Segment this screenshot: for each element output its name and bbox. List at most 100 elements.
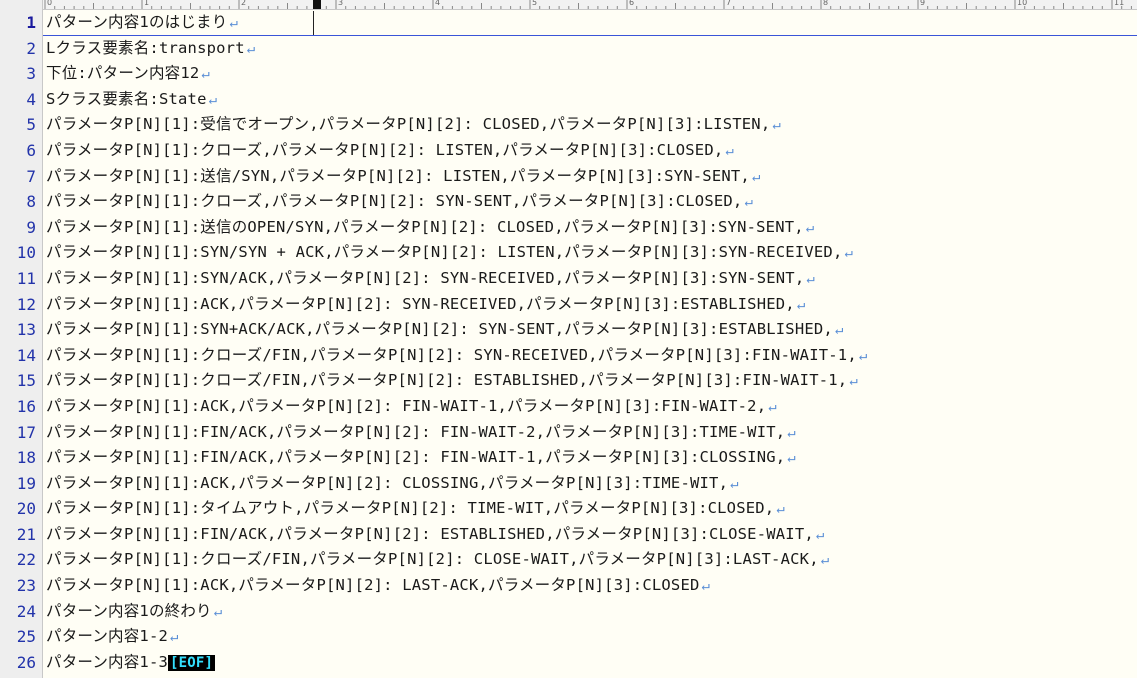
line-break-icon: ↵ bbox=[815, 526, 825, 543]
line-text[interactable]: パラメータP[N][1]:SYN+ACK/ACK,パラメータP[N][2]: S… bbox=[46, 317, 844, 344]
editor-line[interactable]: 15 パラメータP[N][1]:クローズ/FIN,パラメータP[N][2]: ES… bbox=[0, 368, 1137, 394]
line-number: 12 bbox=[16, 294, 36, 314]
line-break-icon: ↵ bbox=[201, 66, 211, 83]
ruler-label: 5 bbox=[532, 0, 538, 7]
line-text[interactable]: パラメータP[N][1]:クローズ/FIN,パラメータP[N][2]: SYN-… bbox=[46, 343, 868, 370]
line-break-icon: ↵ bbox=[744, 194, 754, 211]
line-text[interactable]: パラメータP[N][1]:ACK,パラメータP[N][2]: LAST-ACK,… bbox=[46, 573, 710, 600]
line-text[interactable]: パラメータP[N][1]:送信/SYN,パラメータP[N][2]: LISTEN… bbox=[46, 164, 761, 191]
line-text[interactable]: パラメータP[N][1]:ACK,パラメータP[N][2]: SYN-RECEI… bbox=[46, 292, 805, 319]
line-content: Lクラス要素名:transport bbox=[46, 38, 245, 57]
line-content: パラメータP[N][1]:クローズ/FIN,パラメータP[N][2]: SYN-… bbox=[46, 345, 857, 364]
editor-line[interactable]: 8 パラメータP[N][1]:クローズ,パラメータP[N][2]: SYN-SEN… bbox=[0, 189, 1137, 215]
text-area[interactable]: 1 パターン内容1のはじまり ↵ 2 Lクラス要素名:transport ↵ 3 下位:パター… bbox=[0, 10, 1137, 675]
ruler-label: 3 bbox=[338, 0, 344, 7]
line-text[interactable]: パターン内容1の終わり ↵ bbox=[46, 599, 222, 626]
editor-line[interactable]: 7 パラメータP[N][1]:送信/SYN,パラメータP[N][2]: LISTE… bbox=[0, 164, 1137, 190]
line-content: パラメータP[N][1]:送信のOPEN/SYN,パラメータP[N][2]: C… bbox=[46, 217, 804, 236]
line-number: 13 bbox=[16, 320, 36, 340]
editor-line[interactable]: 19 パラメータP[N][1]:ACK,パラメータP[N][2]: CLOSSIN… bbox=[0, 471, 1137, 497]
line-break-icon: ↵ bbox=[787, 424, 796, 441]
editor-line[interactable]: 10 パラメータP[N][1]:SYN/SYN + ACK,パラメータP[N][2… bbox=[0, 240, 1137, 266]
editor-line[interactable]: 16 パラメータP[N][1]:ACK,パラメータP[N][2]: FIN-WAI… bbox=[0, 394, 1137, 420]
editor-line[interactable]: 22 パラメータP[N][1]:クローズ/FIN,パラメータP[N][2]: CL… bbox=[0, 547, 1137, 573]
editor-line[interactable]: 11 パラメータP[N][1]:SYN/ACK,パラメータP[N][2]: SYN… bbox=[0, 266, 1137, 292]
line-text[interactable]: パラメータP[N][1]:クローズ/FIN,パラメータP[N][2]: CLOS… bbox=[46, 547, 829, 574]
editor-line[interactable]: 2 Lクラス要素名:transport ↵ bbox=[0, 36, 1137, 62]
line-break-icon: ↵ bbox=[701, 578, 711, 595]
line-content: パラメータP[N][1]:SYN+ACK/ACK,パラメータP[N][2]: S… bbox=[46, 320, 833, 339]
line-content: パラメータP[N][1]:FIN/ACK,パラメータP[N][2]: ESTAB… bbox=[46, 524, 814, 543]
editor-line[interactable]: 9 パラメータP[N][1]:送信のOPEN/SYN,パラメータP[N][2]: … bbox=[0, 215, 1137, 241]
line-break-icon: ↵ bbox=[796, 296, 806, 313]
ruler-label: 0 bbox=[47, 0, 53, 7]
editor-line[interactable]: 23 パラメータP[N][1]:ACK,パラメータP[N][2]: LAST-AC… bbox=[0, 573, 1137, 599]
line-content: 下位:パターン内容12 bbox=[46, 64, 200, 83]
line-number: 11 bbox=[16, 268, 36, 288]
ruler-ticks bbox=[44, 0, 1132, 9]
line-content: パラメータP[N][1]:FIN/ACK,パラメータP[N][2]: FIN-W… bbox=[46, 448, 786, 467]
line-text[interactable]: パラメータP[N][1]:クローズ,パラメータP[N][2]: SYN-SENT… bbox=[46, 189, 753, 216]
line-break-icon: ↵ bbox=[805, 219, 815, 236]
line-content: パターン内容1-3 bbox=[46, 652, 169, 671]
line-content: パラメータP[N][1]:ACK,パラメータP[N][2]: FIN-WAIT-… bbox=[46, 396, 767, 415]
line-text[interactable]: Lクラス要素名:transport ↵ bbox=[46, 36, 255, 63]
line-text[interactable]: パラメータP[N][1]:FIN/ACK,パラメータP[N][2]: FIN-W… bbox=[46, 445, 796, 472]
line-content: パラメータP[N][1]:ACK,パラメータP[N][2]: LAST-ACK,… bbox=[46, 576, 700, 595]
editor-line[interactable]: 14 パラメータP[N][1]:クローズ/FIN,パラメータP[N][2]: SY… bbox=[0, 343, 1137, 369]
editor-line[interactable]: 5 パラメータP[N][1]:受信でオープン,パラメータP[N][2]: CLOS… bbox=[0, 112, 1137, 138]
line-break-icon: ↵ bbox=[208, 91, 218, 108]
line-content: パラメータP[N][1]:受信でオープン,パラメータP[N][2]: CLOSE… bbox=[46, 115, 771, 134]
line-text[interactable]: パラメータP[N][1]:ACK,パラメータP[N][2]: FIN-WAIT-… bbox=[46, 394, 777, 421]
line-number: 9 bbox=[26, 217, 36, 237]
line-content: パターン内容1の終わり bbox=[46, 601, 212, 620]
editor-line[interactable]: 26 パターン内容1-3 [EOF] bbox=[0, 650, 1137, 676]
editor-line[interactable]: 21 パラメータP[N][1]:FIN/ACK,パラメータP[N][2]: EST… bbox=[0, 522, 1137, 548]
editor-line[interactable]: 25 パターン内容1-2 ↵ bbox=[0, 624, 1137, 650]
line-break-icon: ↵ bbox=[725, 142, 735, 159]
ruler-label: 1 bbox=[144, 0, 150, 7]
text-cursor bbox=[44, 11, 314, 35]
text-editor[interactable]: 0123456789101112131415161718192021222324… bbox=[0, 0, 1137, 678]
line-text[interactable]: パラメータP[N][1]:クローズ,パラメータP[N][2]: LISTEN,パ… bbox=[46, 138, 734, 165]
line-break-icon: ↵ bbox=[246, 40, 256, 57]
line-text[interactable]: パラメータP[N][1]:タイムアウト,パラメータP[N][2]: TIME-W… bbox=[46, 496, 785, 523]
line-content: パラメータP[N][1]:タイムアウト,パラメータP[N][2]: TIME-W… bbox=[46, 499, 775, 518]
line-content: パラメータP[N][1]:SYN/ACK,パラメータP[N][2]: SYN-R… bbox=[46, 268, 805, 287]
line-number: 25 bbox=[16, 627, 36, 647]
editor-line[interactable]: 13 パラメータP[N][1]:SYN+ACK/ACK,パラメータP[N][2]:… bbox=[0, 317, 1137, 343]
line-text[interactable]: パターン内容1-2 ↵ bbox=[46, 624, 179, 651]
line-number: 26 bbox=[16, 652, 36, 672]
line-content: パラメータP[N][1]:ACK,パラメータP[N][2]: SYN-RECEI… bbox=[46, 294, 795, 313]
column-ruler: 0123456789101112131415161718192021222324… bbox=[43, 0, 1137, 10]
line-text[interactable]: パラメータP[N][1]:SYN/ACK,パラメータP[N][2]: SYN-R… bbox=[46, 266, 815, 293]
line-content: パラメータP[N][1]:クローズ,パラメータP[N][2]: SYN-SENT… bbox=[46, 192, 743, 211]
editor-line[interactable]: 3 下位:パターン内容12 ↵ bbox=[0, 61, 1137, 87]
current-line-underline bbox=[43, 35, 1137, 36]
line-text[interactable]: パラメータP[N][1]:クローズ/FIN,パラメータP[N][2]: ESTA… bbox=[46, 368, 858, 395]
editor-line[interactable]: 17 パラメータP[N][1]:FIN/ACK,パラメータP[N][2]: FIN… bbox=[0, 420, 1137, 446]
line-text[interactable]: パラメータP[N][1]:SYN/SYN + ACK,パラメータP[N][2]:… bbox=[46, 240, 853, 267]
line-number: 7 bbox=[26, 166, 36, 186]
line-content: パターン内容1-2 bbox=[46, 627, 169, 646]
line-text[interactable]: パラメータP[N][1]:受信でオープン,パラメータP[N][2]: CLOSE… bbox=[46, 112, 781, 139]
line-break-icon: ↵ bbox=[776, 501, 785, 518]
line-number: 15 bbox=[16, 371, 36, 391]
editor-line[interactable]: 4 Sクラス要素名:State ↵ bbox=[0, 87, 1137, 113]
line-number: 16 bbox=[16, 396, 36, 416]
line-text[interactable]: パラメータP[N][1]:ACK,パラメータP[N][2]: CLOSSING,… bbox=[46, 471, 739, 498]
line-number: 4 bbox=[26, 89, 36, 109]
line-text[interactable]: 下位:パターン内容12 ↵ bbox=[46, 61, 210, 88]
editor-line[interactable]: 12 パラメータP[N][1]:ACK,パラメータP[N][2]: SYN-REC… bbox=[0, 292, 1137, 318]
line-number: 10 bbox=[16, 243, 36, 263]
ruler-label: 11 bbox=[1114, 0, 1125, 7]
editor-line[interactable]: 24 パターン内容1の終わり ↵ bbox=[0, 599, 1137, 625]
line-text[interactable]: Sクラス要素名:State ↵ bbox=[46, 87, 217, 114]
editor-line[interactable]: 6 パラメータP[N][1]:クローズ,パラメータP[N][2]: LISTEN,… bbox=[0, 138, 1137, 164]
editor-line[interactable]: 20 パラメータP[N][1]:タイムアウト,パラメータP[N][2]: TIME… bbox=[0, 496, 1137, 522]
editor-line[interactable]: 18 パラメータP[N][1]:FIN/ACK,パラメータP[N][2]: FIN… bbox=[0, 445, 1137, 471]
line-text[interactable]: パラメータP[N][1]:FIN/ACK,パラメータP[N][2]: FIN-W… bbox=[46, 420, 796, 447]
line-text[interactable]: パラメータP[N][1]:送信のOPEN/SYN,パラメータP[N][2]: C… bbox=[46, 215, 814, 242]
line-text[interactable]: パターン内容1-3 [EOF] bbox=[46, 650, 216, 677]
line-text[interactable]: パラメータP[N][1]:FIN/ACK,パラメータP[N][2]: ESTAB… bbox=[46, 522, 825, 549]
